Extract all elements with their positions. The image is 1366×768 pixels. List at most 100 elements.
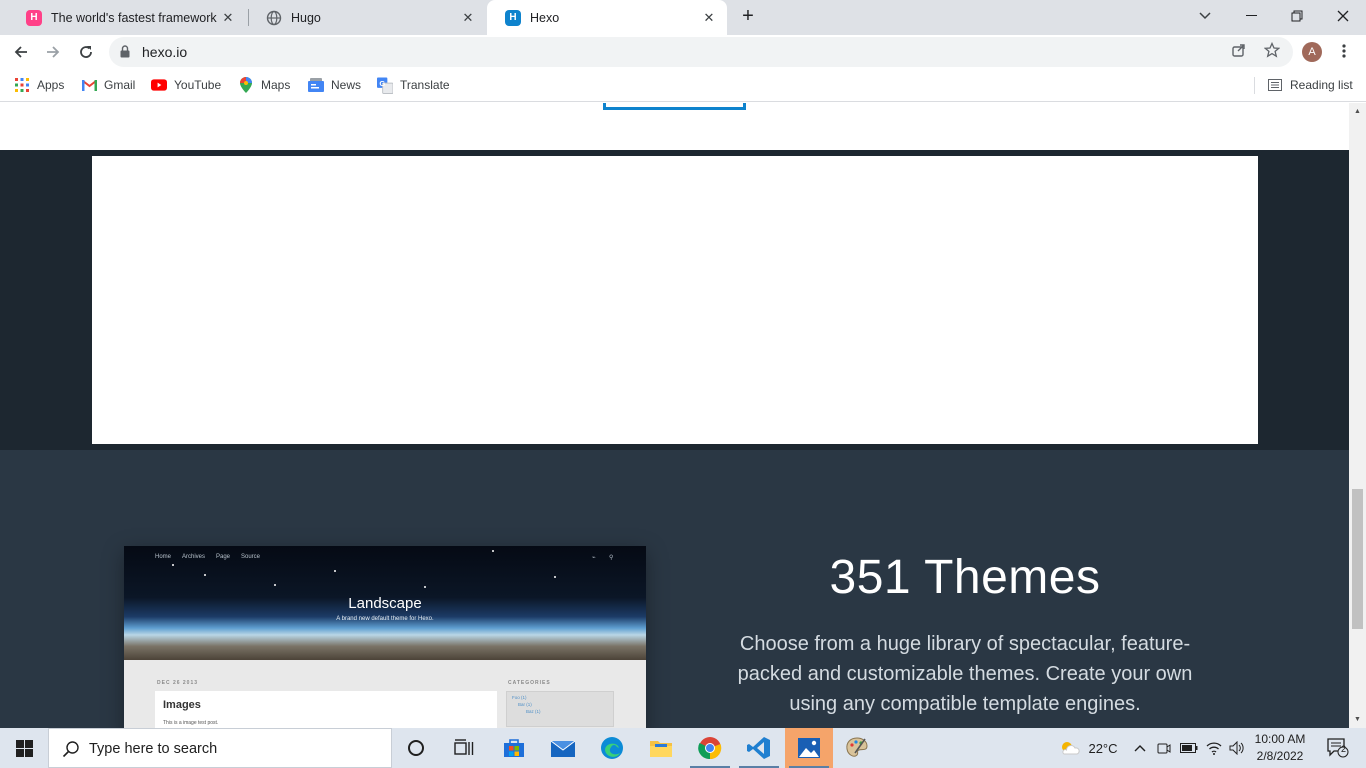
chrome-button[interactable] xyxy=(686,728,734,768)
action-center-button[interactable]: 2 xyxy=(1318,728,1358,768)
preview-post-card: Images This is a image test post. xyxy=(155,691,497,728)
forward-button[interactable] xyxy=(38,37,68,67)
windows-logo-icon xyxy=(15,739,33,757)
wifi-icon[interactable] xyxy=(1203,728,1225,768)
back-arrow-icon xyxy=(14,46,27,58)
bookmark-translate[interactable]: G Translate xyxy=(377,76,450,94)
cortana-icon xyxy=(408,740,424,756)
bookmark-apps[interactable]: Apps xyxy=(14,76,64,94)
folder-icon xyxy=(650,741,672,757)
scroll-down-arrow-icon[interactable]: ▼ xyxy=(1349,711,1366,728)
edge-button[interactable] xyxy=(588,728,636,768)
reading-list-button[interactable]: Reading list xyxy=(1267,76,1353,94)
address-bar[interactable]: hexo.io xyxy=(109,37,1293,67)
notification-count: 2 xyxy=(1341,744,1347,754)
microsoft-store-button[interactable] xyxy=(490,728,538,768)
clock-date: 2/8/2022 xyxy=(1256,749,1304,763)
minimize-icon xyxy=(1245,15,1257,16)
start-button[interactable] xyxy=(0,728,48,768)
file-explorer-button[interactable] xyxy=(637,728,685,768)
close-icon xyxy=(1337,10,1349,22)
close-tab-icon[interactable]: ✕ xyxy=(218,8,238,28)
profile-avatar[interactable]: A xyxy=(1302,42,1322,62)
minimize-button[interactable] xyxy=(1228,0,1274,32)
bookmark-youtube[interactable]: YouTube xyxy=(151,76,221,94)
scrollbar-thumb[interactable] xyxy=(1352,489,1363,629)
edge-icon xyxy=(601,737,623,759)
star xyxy=(424,586,426,588)
hexo-icon: H xyxy=(505,9,521,26)
youtube-icon xyxy=(151,77,167,93)
star xyxy=(274,584,276,586)
bookmark-label: News xyxy=(331,78,362,92)
theme-preview-image[interactable]: Home Archives Page Source ⌁ ⚲ Landscape … xyxy=(124,546,646,728)
close-tab-icon[interactable]: ✕ xyxy=(458,8,478,28)
tab-search-button[interactable] xyxy=(1182,0,1228,32)
restore-button[interactable] xyxy=(1274,0,1320,32)
preview-nav-item: Archives xyxy=(182,554,206,560)
reload-icon xyxy=(80,46,92,58)
search-placeholder: Type here to search xyxy=(89,741,218,757)
back-button[interactable] xyxy=(6,37,36,67)
vscode-button[interactable] xyxy=(735,728,783,768)
task-view-icon xyxy=(454,739,474,755)
reload-button[interactable] xyxy=(71,37,101,67)
task-view-button[interactable] xyxy=(440,728,488,768)
mail-button[interactable] xyxy=(539,728,587,768)
tab-title: Hexo xyxy=(530,10,560,25)
page-scrollbar[interactable]: ▲ ▼ xyxy=(1349,103,1366,728)
photos-icon xyxy=(798,738,820,758)
photos-button[interactable] xyxy=(785,728,833,768)
paint-button[interactable] xyxy=(833,728,881,768)
video-section xyxy=(0,150,1349,450)
bookmarks-separator xyxy=(1254,77,1255,94)
taskbar-search-box[interactable]: Type here to search xyxy=(48,728,392,768)
bookmark-label: Apps xyxy=(37,78,65,92)
tab-title: Hugo xyxy=(291,10,321,25)
video-embed[interactable] xyxy=(92,156,1258,444)
chrome-menu-button[interactable] xyxy=(1334,41,1354,61)
preview-nav-item: Home xyxy=(155,554,172,560)
bookmark-maps[interactable]: Maps xyxy=(238,76,290,94)
preview-nav-item: Source xyxy=(241,554,261,560)
tab-hexo[interactable]: H Hexo ✕ xyxy=(487,0,727,35)
taskbar-clock[interactable]: 10:00 AM 2/8/2022 xyxy=(1248,731,1312,765)
new-tab-button[interactable]: + xyxy=(732,0,764,32)
themes-heading: 351 Themes xyxy=(829,551,1101,604)
weather-temperature[interactable]: 22°C xyxy=(1084,728,1122,768)
bookmark-label: Maps xyxy=(261,78,291,92)
svg-text:G: G xyxy=(379,78,385,87)
battery-icon[interactable] xyxy=(1178,728,1200,768)
share-icon[interactable] xyxy=(1230,41,1248,59)
volume-icon[interactable] xyxy=(1226,728,1248,768)
bookmark-gmail[interactable]: Gmail xyxy=(81,76,135,94)
preview-nav-item: Page xyxy=(216,554,231,560)
cortana-button[interactable] xyxy=(392,728,440,768)
bookmark-star-icon[interactable] xyxy=(1263,41,1281,59)
close-tab-icon[interactable]: ✕ xyxy=(699,8,719,28)
chevron-down-icon xyxy=(1199,12,1211,20)
restore-icon xyxy=(1291,10,1303,22)
url-text[interactable]: hexo.io xyxy=(142,44,187,60)
bookmark-news[interactable]: News xyxy=(308,76,361,94)
tab-hugo[interactable]: Hugo ✕ xyxy=(248,0,486,35)
weather-icon[interactable] xyxy=(1056,728,1082,768)
themes-section: Home Archives Page Source ⌁ ⚲ Landscape … xyxy=(0,450,1349,728)
globe-icon xyxy=(266,10,282,26)
get-started-button[interactable] xyxy=(603,103,746,110)
show-hidden-icons-button[interactable] xyxy=(1130,728,1150,768)
apps-grid-icon xyxy=(14,77,30,93)
bookmark-label: Gmail xyxy=(104,78,136,92)
scroll-up-arrow-icon[interactable]: ▲ xyxy=(1349,103,1366,120)
maps-icon xyxy=(238,77,254,93)
lock-icon[interactable] xyxy=(120,45,130,63)
star xyxy=(554,576,556,578)
tab-strip: H The world's fastest framework for buil… xyxy=(0,0,1366,35)
windows-taskbar: Type here to search 22°C 10:00 AM 2/8/20… xyxy=(0,728,1366,768)
close-window-button[interactable] xyxy=(1320,0,1366,32)
preview-post-title: Images xyxy=(163,699,201,711)
theme-preview-hero: Home Archives Page Source ⌁ ⚲ Landscape … xyxy=(124,546,646,660)
tab-hugo-home[interactable]: H The world's fastest framework for buil… xyxy=(8,0,246,35)
translate-icon: G xyxy=(377,77,393,94)
meet-now-icon[interactable] xyxy=(1154,728,1174,768)
